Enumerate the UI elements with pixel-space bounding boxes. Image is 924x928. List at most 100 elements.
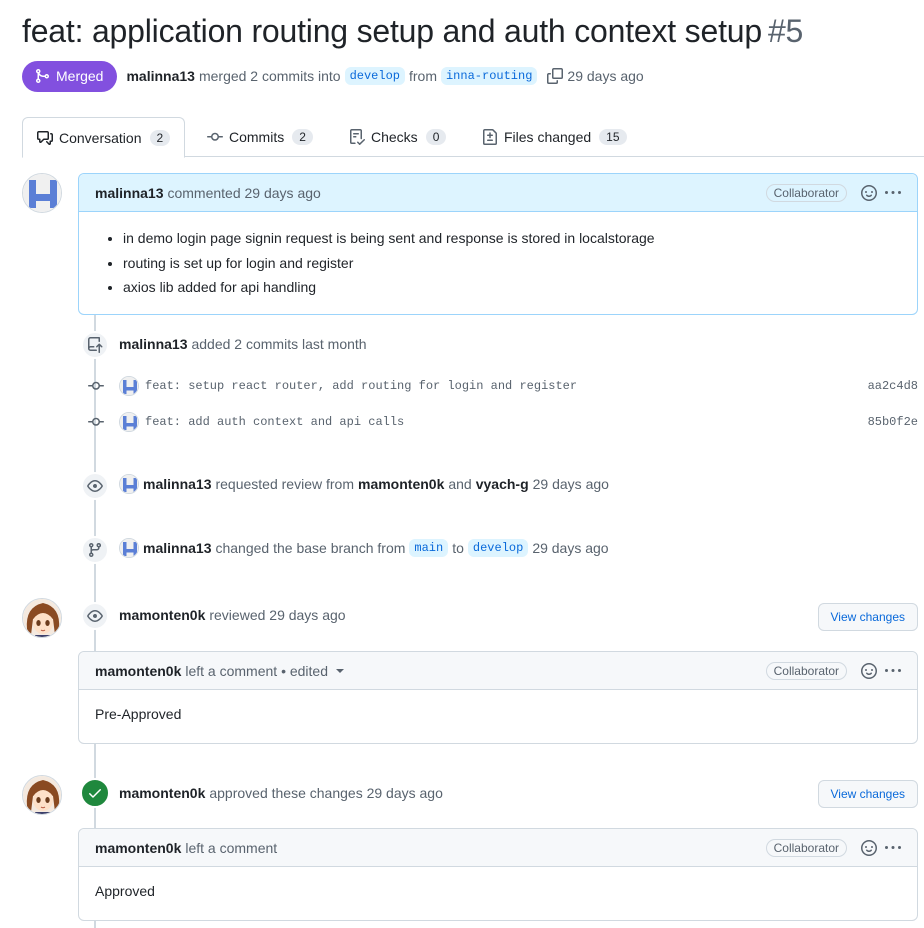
comment-header: mamonten0k left a comment • edited Colla… (79, 652, 917, 690)
eye-icon (81, 602, 109, 630)
list-item: in demo login page signin request is bei… (123, 226, 901, 251)
eye-icon (81, 472, 109, 500)
collaborator-badge: Collaborator (765, 183, 847, 202)
commit-row: feat: add auth context and api calls 85b… (84, 410, 918, 434)
event-text: reviewed 29 days ago (209, 607, 346, 623)
tab-commits[interactable]: Commits 2 (207, 117, 313, 157)
tab-checks[interactable]: Checks 0 (349, 117, 447, 157)
commit-message[interactable]: feat: setup react router, add routing fo… (145, 379, 868, 393)
comment-author[interactable]: mamonten0k (95, 840, 181, 856)
avatar-malinna13[interactable] (22, 173, 62, 213)
merged-label: Merged (56, 68, 104, 84)
reviewer-link[interactable]: vyach-g (476, 476, 529, 492)
review-comment: mamonten0k left a comment • edited Colla… (78, 651, 918, 744)
commit-message[interactable]: feat: add auth context and api calls (145, 415, 868, 429)
list-item: axios lib added for api handling (123, 275, 901, 300)
smiley-icon[interactable] (861, 184, 877, 201)
head-branch[interactable]: inna-routing (440, 67, 538, 85)
event-author[interactable]: malinna13 (143, 540, 211, 556)
git-commit-icon (84, 378, 108, 394)
checklist-icon (350, 129, 365, 145)
check-icon (80, 778, 110, 808)
comment-body: in demo login page signin request is bei… (79, 212, 917, 316)
comment-discussion-icon (37, 130, 53, 145)
smiley-icon[interactable] (861, 662, 877, 679)
git-merge-icon (36, 69, 50, 83)
pr-description-comment: malinna13 commented 29 days ago Collabor… (78, 173, 918, 315)
avatar-malinna13-small[interactable] (119, 474, 139, 494)
tab-conversation-count: 2 (149, 129, 171, 146)
event-author[interactable]: malinna13 (119, 336, 187, 352)
tab-files-changed[interactable]: Files changed 15 (482, 117, 627, 157)
comment-body: Pre-Approved (95, 706, 182, 722)
merge-text: merged 2 commits into (198, 68, 341, 84)
tab-commits-label: Commits (229, 129, 285, 145)
comment-action: left a comment (185, 839, 278, 856)
to-text: to (452, 540, 464, 556)
commit-sha[interactable]: aa2c4d8 (868, 379, 918, 393)
view-changes-button[interactable]: View changes (817, 780, 918, 808)
pr-tabs: Conversation 2 Commits 2 Checks 0 Files … (22, 117, 924, 158)
avatar-mamonten0k[interactable] (22, 775, 62, 815)
avatar-mamonten0k[interactable] (22, 598, 62, 638)
git-commit-icon (84, 414, 108, 430)
event-text: added 2 commits last month (191, 336, 367, 352)
new-base-branch[interactable]: develop (467, 539, 529, 557)
git-commit-icon (207, 132, 223, 141)
merge-time: 29 days ago (567, 68, 644, 84)
tab-files-count: 15 (599, 129, 627, 145)
pr-number: #5 (767, 13, 804, 49)
event-author[interactable]: mamonten0k (119, 785, 205, 801)
copy-icon[interactable] (547, 68, 564, 84)
commit-author-avatar[interactable] (119, 376, 139, 396)
from-text: from (408, 68, 437, 84)
git-branch-icon (81, 536, 109, 564)
event-text: changed the base branch from (215, 540, 406, 556)
kebab-horizontal-icon[interactable] (885, 840, 901, 856)
tab-checks-count: 0 (425, 129, 447, 145)
commits-added-event: malinna13 added 2 commits last month (119, 336, 367, 352)
list-item: routing is set up for login and register (123, 251, 901, 276)
event-time: 29 days ago (532, 476, 609, 492)
base-branch[interactable]: develop (344, 67, 405, 85)
pr-title-text: feat: application routing setup and auth… (22, 13, 762, 49)
merged-state-badge: Merged (22, 60, 118, 92)
collaborator-badge: Collaborator (765, 838, 847, 857)
comment-header: malinna13 commented 29 days ago Collabor… (79, 174, 917, 212)
event-text: requested review from (215, 476, 354, 492)
reviewer-link[interactable]: mamonten0k (358, 476, 444, 492)
event-text: approved these changes 29 days ago (209, 785, 443, 801)
avatar-malinna13-small[interactable] (119, 538, 139, 558)
comment-header: mamonten0k left a comment Collaborator (79, 829, 917, 867)
view-changes-button[interactable]: View changes (817, 603, 918, 631)
tab-files-label: Files changed (504, 129, 592, 145)
commit-row: feat: setup react router, add routing fo… (84, 374, 918, 398)
comment-author[interactable]: mamonten0k (95, 663, 181, 679)
base-branch-changed-event: malinna13 changed the base branch from m… (119, 538, 609, 558)
commit-author-avatar[interactable] (119, 412, 139, 432)
comment-action[interactable]: left a comment • edited (185, 663, 328, 679)
kebab-horizontal-icon[interactable] (885, 185, 901, 201)
review-comment: mamonten0k left a comment Collaborator A… (78, 828, 918, 921)
event-time: 29 days ago (532, 540, 609, 556)
file-diff-icon (483, 129, 497, 145)
kebab-horizontal-icon[interactable] (885, 663, 901, 679)
event-author[interactable]: mamonten0k (119, 607, 205, 623)
description-list: in demo login page signin request is bei… (95, 226, 901, 300)
comment-body: Approved (95, 883, 155, 899)
tab-checks-label: Checks (371, 129, 418, 145)
commit-sha[interactable]: 85b0f2e (868, 415, 918, 429)
tab-commits-count: 2 (292, 129, 313, 145)
smiley-icon[interactable] (861, 839, 877, 856)
pr-meta: Merged malinna13 merged 2 commits into d… (22, 60, 644, 92)
and-text: and (448, 476, 472, 492)
merge-author[interactable]: malinna13 (126, 68, 194, 84)
approved-event: mamonten0k approved these changes 29 day… (119, 785, 443, 801)
chevron-down-icon[interactable] (336, 668, 344, 673)
old-base-branch[interactable]: main (409, 539, 449, 557)
repo-push-icon (81, 331, 109, 359)
event-author[interactable]: malinna13 (143, 476, 211, 492)
pr-title: feat: application routing setup and auth… (22, 13, 803, 50)
tab-conversation[interactable]: Conversation 2 (22, 117, 186, 158)
comment-author[interactable]: malinna13 (95, 185, 163, 201)
